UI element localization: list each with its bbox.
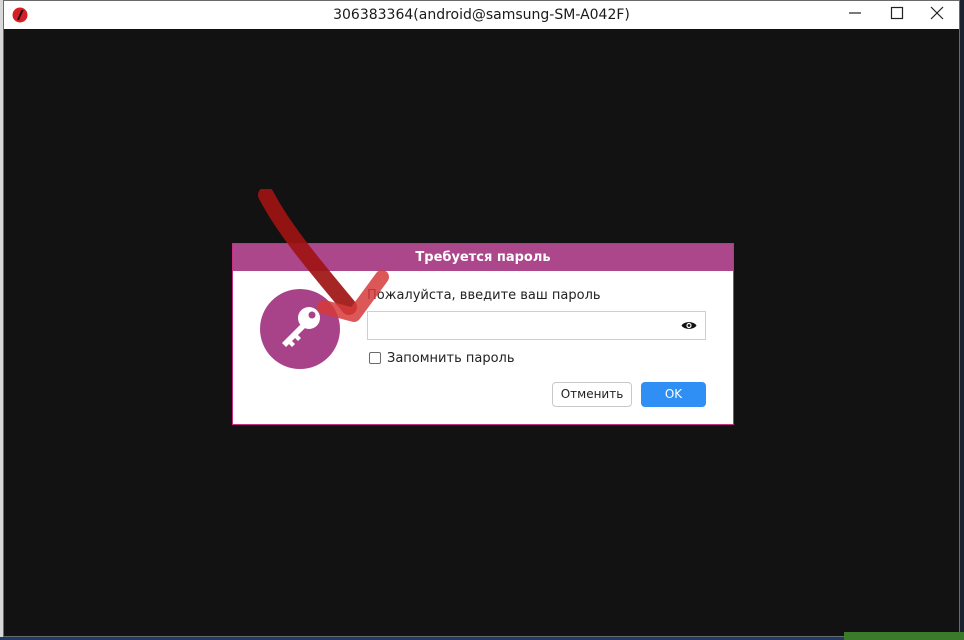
password-prompt: Пожалуйста, введите ваш пароль	[367, 288, 601, 303]
remember-password-label[interactable]: Запомнить пароль	[387, 351, 515, 366]
maximize-icon	[890, 6, 904, 20]
key-icon	[260, 289, 340, 369]
close-button[interactable]	[917, 1, 957, 25]
maximize-button[interactable]	[877, 1, 917, 25]
ok-button[interactable]: OK	[641, 382, 706, 407]
minimize-icon	[849, 12, 861, 14]
eye-icon[interactable]	[681, 320, 697, 331]
remember-password-checkbox[interactable]	[369, 352, 381, 364]
remote-session-window: 306383364(android@samsung-SM-A042F) Треб…	[3, 0, 960, 637]
close-icon	[930, 6, 944, 20]
password-input[interactable]	[372, 315, 676, 338]
window-title: 306383364(android@samsung-SM-A042F)	[333, 7, 630, 23]
cancel-button[interactable]: Отменить	[552, 382, 632, 407]
remote-screen[interactable]: Требуется пароль Пожалуйста, введите ваш…	[4, 29, 959, 636]
minimize-button[interactable]	[835, 1, 875, 25]
password-dialog: Требуется пароль Пожалуйста, введите ваш…	[232, 243, 734, 425]
window-titlebar[interactable]: 306383364(android@samsung-SM-A042F)	[4, 1, 959, 29]
dialog-title: Требуется пароль	[233, 244, 733, 271]
password-field[interactable]	[367, 311, 706, 340]
desktop-background-corner	[844, 632, 964, 640]
